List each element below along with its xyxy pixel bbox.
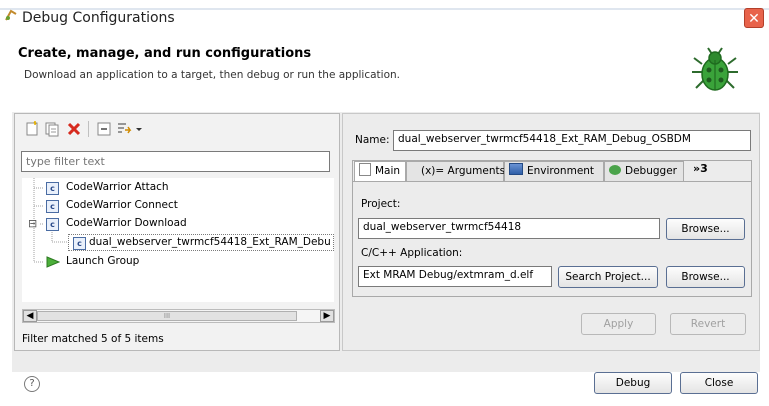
tab-arguments[interactable]: (x)= Arguments (406, 161, 505, 181)
revert-button[interactable]: Revert (670, 313, 746, 335)
environment-tab-icon (509, 163, 523, 175)
tree-item-codewarrior-download[interactable]: ⊟ c CodeWarrior Download (28, 217, 328, 233)
window-close-button[interactable]: ✕ (744, 8, 764, 28)
collapse-toggle-icon[interactable]: ⊟ (28, 217, 37, 230)
application-label: C/C++ Application: (361, 247, 463, 259)
toolbar-separator (88, 121, 89, 137)
toolbar-dropdown-icon[interactable] (134, 121, 144, 137)
filter-configurations-icon[interactable] (116, 121, 132, 137)
banner-title: Create, manage, and run configurations (18, 46, 312, 61)
bug-icon (692, 47, 738, 91)
project-browse-button[interactable]: Browse... (666, 218, 745, 240)
apply-button[interactable]: Apply (581, 313, 656, 335)
c-launch-icon: c (46, 218, 59, 231)
window-title: Debug Configurations (22, 10, 175, 26)
project-field[interactable]: dual_webserver_twrmcf54418 (358, 218, 660, 239)
name-field[interactable]: dual_webserver_twrmcf54418_Ext_RAM_Debug… (393, 130, 751, 151)
horizontal-scrollbar[interactable]: ◀ III ▶ (22, 309, 335, 323)
c-launch-icon: c (46, 200, 59, 213)
help-icon[interactable]: ? (24, 376, 40, 392)
tab-debugger[interactable]: Debugger (604, 161, 684, 181)
run-icon (46, 256, 60, 268)
new-configuration-icon[interactable] (24, 121, 40, 137)
tree-item-label: CodeWarrior Download (66, 217, 187, 229)
delete-configuration-icon[interactable] (66, 121, 82, 137)
duplicate-configuration-icon[interactable] (44, 121, 60, 137)
tree-item-label: Launch Group (66, 255, 140, 267)
banner-subtitle: Download an application to a target, the… (24, 69, 401, 81)
tree-item-selected-configuration[interactable]: c dual_webserver_twrmcf54418_Ext_RAM_Deb… (68, 234, 334, 251)
scroll-thumb[interactable]: III (37, 311, 297, 321)
application-browse-button[interactable]: Browse... (666, 266, 745, 288)
tab-environment[interactable]: Environment (504, 161, 604, 181)
application-field[interactable]: Ext MRAM Debug/extmram_d.elf (358, 266, 552, 287)
close-button[interactable]: Close (680, 372, 758, 394)
c-launch-icon: c (73, 237, 86, 250)
tree-item-label: dual_webserver_twrmcf54418_Ext_RAM_Debu (89, 236, 331, 248)
debugger-tab-icon (609, 165, 621, 175)
more-tabs-indicator[interactable]: »3 (693, 162, 708, 175)
tab-divider (353, 181, 751, 182)
scroll-right-button[interactable]: ▶ (320, 310, 334, 322)
tree-item-label: CodeWarrior Attach (66, 181, 169, 193)
configuration-tree: c CodeWarrior Attach c CodeWarrior Conne… (22, 178, 334, 302)
main-tab-icon (359, 163, 371, 176)
project-label: Project: (361, 198, 401, 210)
name-label: Name: (355, 134, 390, 146)
c-launch-icon: c (46, 182, 59, 195)
tree-item-label: CodeWarrior Connect (66, 199, 178, 211)
scroll-left-button[interactable]: ◀ (23, 310, 37, 322)
collapse-all-icon[interactable] (96, 121, 112, 137)
search-project-button[interactable]: Search Project... (558, 266, 658, 288)
filter-input[interactable] (21, 151, 330, 172)
filter-status-text: Filter matched 5 of 5 items (22, 333, 164, 345)
debug-window-icon (5, 9, 17, 21)
tab-main[interactable]: Main (354, 161, 406, 181)
debug-button[interactable]: Debug (594, 372, 672, 394)
